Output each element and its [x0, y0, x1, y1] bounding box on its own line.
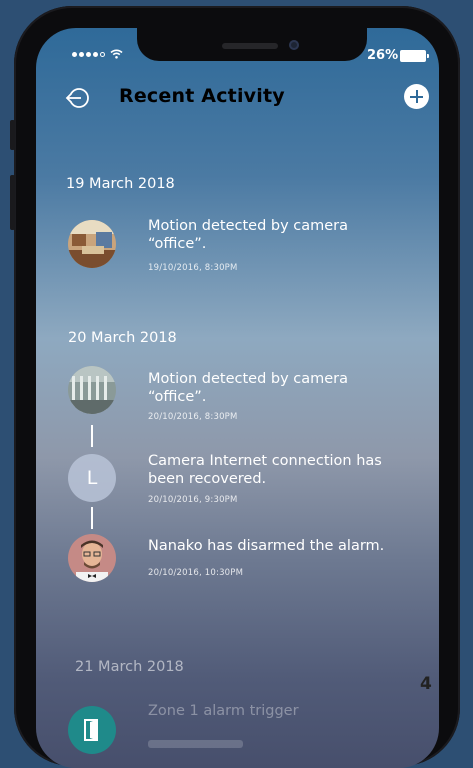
timeline-connector — [91, 507, 93, 529]
battery-percent: 26% — [367, 48, 399, 63]
activity-time — [148, 740, 243, 748]
add-button[interactable] — [404, 84, 429, 109]
activity-text: Zone 1 alarm trigger — [148, 703, 299, 719]
activity-text: Motion detected by camera “office”. — [148, 371, 349, 405]
activity-time: 20/10/2016, 9:30PM — [148, 495, 238, 505]
date-header: 21 March 2018 — [75, 659, 184, 675]
door-icon — [84, 719, 98, 741]
avatar[interactable] — [68, 220, 116, 268]
page-title: Recent Activity — [119, 85, 285, 107]
activity-time: 20/10/2016, 8:30PM — [148, 412, 238, 422]
avatar[interactable] — [68, 534, 116, 582]
activity-time: 20/10/2016, 10:30PM — [148, 568, 244, 578]
date-header: 20 March 2018 — [68, 330, 177, 346]
activity-text: Camera Internet connection has been reco… — [148, 453, 382, 487]
signal-icon — [72, 49, 123, 59]
avatar[interactable] — [68, 706, 116, 754]
back-button[interactable] — [64, 84, 92, 112]
phone-side-button — [10, 120, 15, 150]
speaker — [222, 43, 278, 49]
activity-text: Motion detected by camera “office”. — [148, 218, 349, 252]
back-icon — [65, 88, 89, 108]
activity-text: Nanako has disarmed the alarm. — [148, 538, 385, 554]
activity-time: 19/10/2016, 8:30PM — [148, 263, 238, 273]
phone-side-button — [10, 175, 15, 230]
avatar[interactable]: L — [68, 454, 116, 502]
timeline-connector — [91, 425, 93, 447]
page-number: 4 — [420, 674, 432, 694]
wifi-icon — [110, 49, 123, 59]
date-header: 19 March 2018 — [66, 176, 175, 192]
front-camera — [289, 40, 299, 50]
battery-icon — [400, 50, 429, 62]
avatar-letter: L — [86, 467, 98, 489]
avatar[interactable] — [68, 366, 116, 414]
